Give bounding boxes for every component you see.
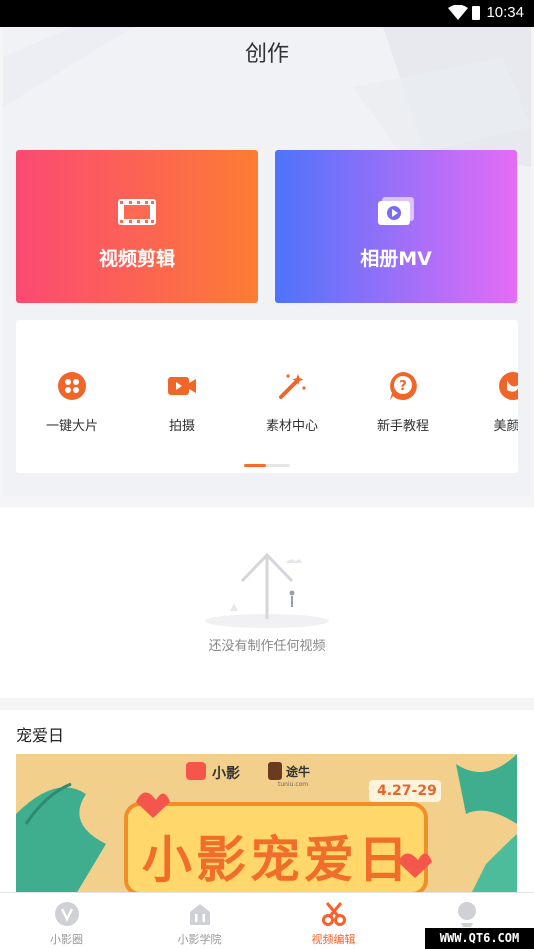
academy-icon [189, 904, 210, 925]
tool-shoot[interactable]: 拍摄 [132, 370, 232, 434]
tab-academy[interactable]: 小影学院 [133, 893, 266, 949]
film-icon [118, 199, 156, 225]
tab-label: 小影圈 [50, 933, 83, 946]
empty-state: 还没有制作任何视频 [0, 507, 534, 698]
tool-beauty[interactable]: 美颜滤 [463, 370, 518, 434]
banner-headline: 小影宠爱日 [142, 831, 412, 889]
tab-circle[interactable]: 小影圈 [0, 893, 133, 949]
page-title: 创作 [244, 42, 289, 67]
watermark: WWW.QT6.COM [425, 928, 534, 949]
empty-illustration [205, 552, 329, 628]
camera-icon [168, 377, 196, 395]
battery-icon [472, 6, 480, 20]
album-play-icon [378, 197, 414, 225]
empty-message: 还没有制作任何视频 [208, 639, 326, 654]
promo-banner[interactable]: 小影 途牛 tuniu.com 4.27-29 小影宠爱日 [16, 754, 517, 894]
tool-label: 一键大片 [45, 419, 98, 434]
tool-label: 拍摄 [168, 419, 195, 434]
beauty-icon [499, 372, 518, 400]
magic-wand-icon [279, 374, 306, 399]
v-circle-icon [54, 902, 79, 926]
tool-label: 新手教程 [376, 419, 429, 434]
album-mv-label: 相册MV [360, 248, 432, 270]
wifi-icon [448, 5, 468, 20]
video-edit-label: 视频剪辑 [98, 248, 175, 270]
promo-section: 宠爱日 小影 途牛 tuniu.com 4.27-29 小影宠爱日 [0, 710, 534, 894]
page-indicator [244, 464, 290, 467]
banner-brand-b: 途牛 [286, 765, 311, 779]
scissors-icon [321, 902, 346, 926]
banner-brand-a: 小影 [212, 766, 240, 782]
profile-icon [457, 902, 476, 927]
tab-video-edit[interactable]: 视频编辑 [267, 893, 400, 949]
banner-date: 4.27-29 [377, 783, 437, 799]
banner-brand-b-sub: tuniu.com [278, 781, 309, 788]
svg-text:?: ? [399, 379, 407, 394]
section-title: 宠爱日 [16, 726, 65, 745]
album-mv-card[interactable]: 相册MV [275, 150, 517, 303]
status-time: 10:34 [486, 4, 524, 21]
tool-label: 美颜滤 [493, 419, 518, 434]
tool-tutorial[interactable]: ? 新手教程 [353, 370, 453, 434]
tool-shortcuts: 一键大片 拍摄 素材中心 ? 新手教程 美颜滤 [16, 320, 518, 473]
tab-label: 小影学院 [177, 933, 222, 946]
tool-one-click[interactable]: 一键大片 [22, 370, 122, 434]
question-icon: ? [390, 372, 417, 400]
video-edit-card[interactable]: 视频剪辑 [16, 150, 258, 303]
dots-grid-icon [58, 372, 86, 400]
tab-label: 视频编辑 [311, 933, 356, 946]
tool-label: 素材中心 [265, 419, 318, 434]
tool-materials[interactable]: 素材中心 [242, 370, 342, 434]
status-bar: 10:34 [0, 0, 534, 27]
